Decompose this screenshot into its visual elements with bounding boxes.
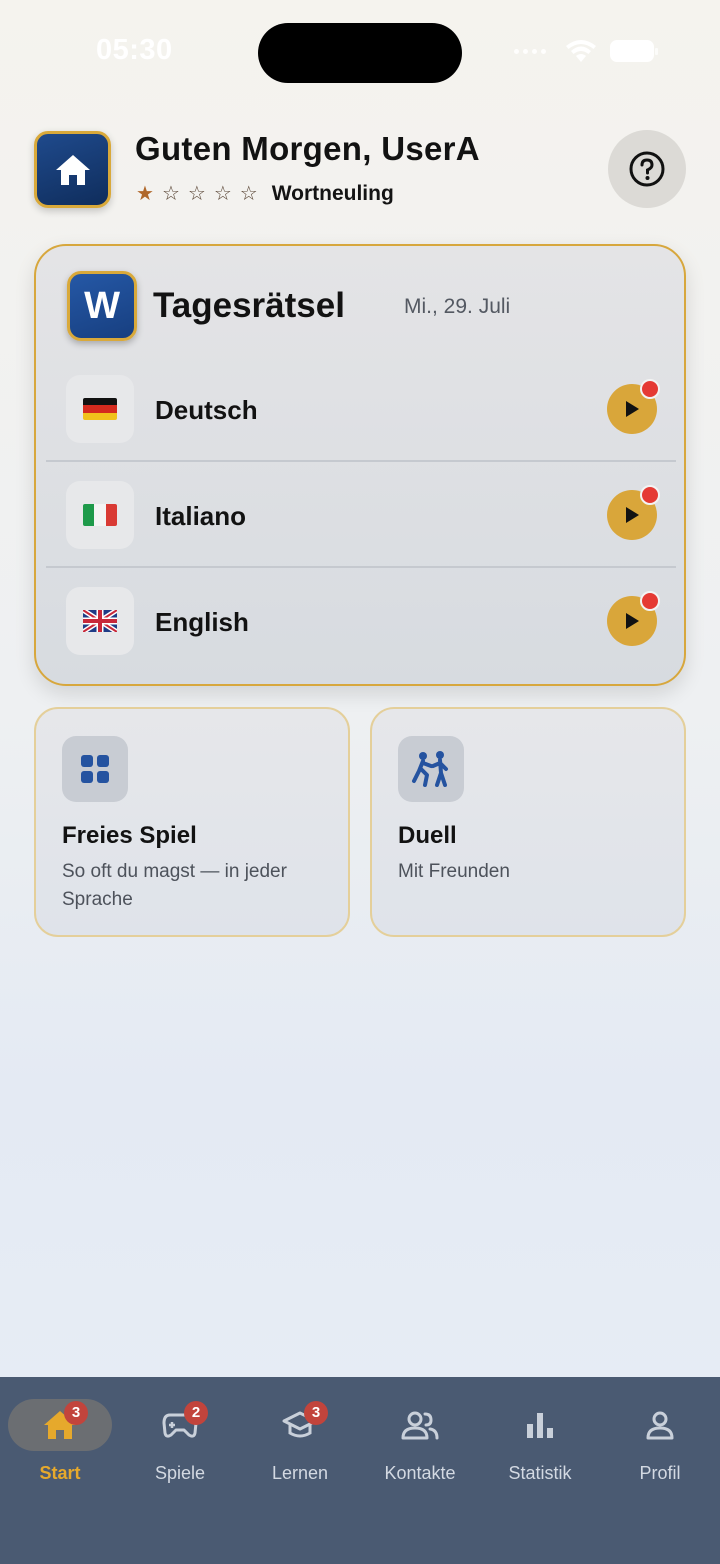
tab-start[interactable]: 3 Start xyxy=(0,1399,120,1489)
tab-icon-wrap: 3 xyxy=(8,1399,112,1451)
rank-row: ★ ☆ ☆ ☆ ☆ Wortneuling xyxy=(136,182,394,206)
mode-title: Freies Spiel xyxy=(62,822,197,849)
daily-title: Tagesrätsel xyxy=(153,286,345,325)
flag-de-icon xyxy=(83,398,117,420)
wifi-icon xyxy=(566,40,596,62)
flag-container xyxy=(66,375,134,443)
daily-puzzle-card: W Tagesrätsel Mi., 29. Juli Deutsch Ital… xyxy=(34,244,686,686)
notification-dot xyxy=(640,591,660,611)
question-circle-icon xyxy=(629,151,665,187)
tab-lernen[interactable]: 3 Lernen xyxy=(240,1399,360,1489)
help-button[interactable] xyxy=(608,130,686,208)
play-icon xyxy=(626,401,639,417)
language-row-english[interactable]: English xyxy=(46,567,676,673)
mode-subtitle: So oft du magst — in jeder Sprache xyxy=(62,861,287,910)
flag-container xyxy=(66,587,134,655)
status-icons xyxy=(514,38,658,64)
mode-subtitle: Mit Freunden xyxy=(398,861,510,882)
tab-badge: 3 xyxy=(304,1401,328,1425)
grid-icon xyxy=(81,755,109,783)
star-empty-icon: ☆ xyxy=(213,183,232,205)
language-name: Italiano xyxy=(155,501,247,531)
home-badge xyxy=(34,131,111,208)
rank-label: Wortneuling xyxy=(271,182,394,205)
language-row-italiano[interactable]: Italiano xyxy=(46,461,676,567)
tab-label: Start xyxy=(39,1463,81,1483)
language-name: English xyxy=(155,607,249,637)
free-play-card[interactable]: Freies Spiel So oft du magst — in jeder … xyxy=(34,707,350,937)
tab-badge: 2 xyxy=(184,1401,208,1425)
tab-label: Kontakte xyxy=(384,1463,456,1483)
daily-logo-badge: W xyxy=(67,271,137,341)
home-icon xyxy=(55,154,90,185)
tab-bar: 3 Start 2 Spiele 3 Lernen Kontakte Stati… xyxy=(0,1377,720,1564)
tab-kontakte[interactable]: Kontakte xyxy=(360,1399,480,1489)
tab-label: Lernen xyxy=(271,1463,329,1483)
dynamic-island xyxy=(258,23,462,83)
flag-gb-icon xyxy=(83,610,117,632)
tab-statistik[interactable]: Statistik xyxy=(480,1399,600,1489)
star-filled-icon: ★ xyxy=(136,183,154,205)
duel-icon xyxy=(412,751,448,787)
mode-icon-container xyxy=(62,736,128,802)
flag-it-icon xyxy=(83,504,117,526)
tab-spiele[interactable]: 2 Spiele xyxy=(120,1399,240,1489)
language-name: Deutsch xyxy=(155,395,258,425)
signal-icon xyxy=(514,48,546,54)
duel-card[interactable]: Duell Mit Freunden xyxy=(370,707,686,937)
star-empty-icon: ☆ xyxy=(239,183,258,205)
flag-container xyxy=(66,481,134,549)
tab-icon-wrap xyxy=(368,1399,472,1451)
battery-icon xyxy=(610,40,658,62)
mode-icon-container xyxy=(398,736,464,802)
play-icon xyxy=(626,507,639,523)
language-row-deutsch[interactable]: Deutsch xyxy=(46,355,676,461)
tab-icon-wrap: 2 xyxy=(128,1399,232,1451)
tab-profil[interactable]: Profil xyxy=(600,1399,720,1489)
tab-label: Spiele xyxy=(154,1463,206,1483)
person-icon xyxy=(646,1411,674,1440)
tab-icon-wrap xyxy=(488,1399,592,1451)
mode-title: Duell xyxy=(398,822,457,849)
star-empty-icon: ☆ xyxy=(161,183,180,205)
tab-icon-wrap: 3 xyxy=(248,1399,352,1451)
notification-dot xyxy=(640,379,660,399)
notification-dot xyxy=(640,485,660,505)
tab-label: Statistik xyxy=(508,1463,572,1483)
play-icon xyxy=(626,613,639,629)
tab-icon-wrap xyxy=(608,1399,712,1451)
tab-label: Profil xyxy=(639,1463,681,1483)
greeting-title: Guten Morgen, UserA xyxy=(135,130,480,167)
bar-chart-icon xyxy=(527,1413,553,1438)
star-empty-icon: ☆ xyxy=(187,183,206,205)
daily-date: Mi., 29. Juli xyxy=(404,295,511,318)
tab-badge: 3 xyxy=(64,1401,88,1425)
status-time: 05:30 xyxy=(96,34,173,66)
contacts-icon xyxy=(401,1411,439,1440)
